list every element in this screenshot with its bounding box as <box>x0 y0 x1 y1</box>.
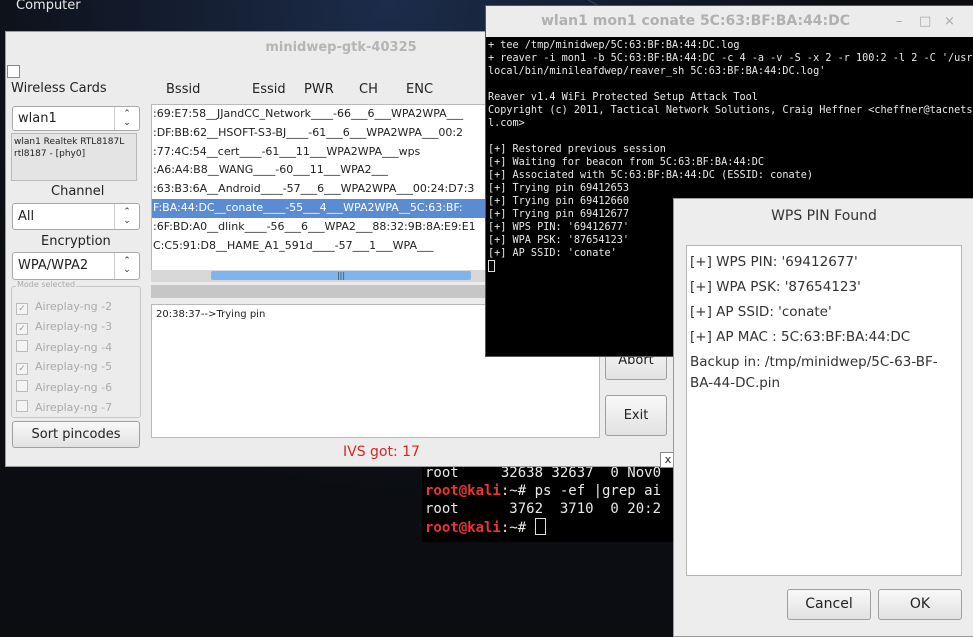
backup-path: Backup in: /tmp/minidwep/5C-63-BF-BA-44-… <box>690 354 938 391</box>
column-header-enc[interactable]: ENC <box>406 82 433 97</box>
terminal-line: + tee /tmp/minidwep/5C:63:BF:BA:44:DC.lo… <box>488 40 740 51</box>
list-item[interactable]: :63:B3:6A__Android____-57___6___WPA2WPA_… <box>152 180 492 199</box>
mode-checkbox[interactable]: ✓ Aireplay-ng -5 <box>16 360 112 376</box>
scrollbar-thumb[interactable]: ||| <box>211 271 471 280</box>
cancel-button[interactable]: Cancel <box>787 589 871 620</box>
mode-checkbox[interactable]: ✓ Aireplay-ng -2 <box>16 300 112 316</box>
list-item-selected[interactable]: F:BA:44:DC__conate____-55___4___WPA2WPA_… <box>152 198 492 218</box>
result-text-area[interactable]: [+] WPS PIN: '69412677' [+] WPA PSK: '87… <box>686 245 962 576</box>
ok-button[interactable]: OK <box>878 589 962 620</box>
window-checkbox[interactable] <box>7 65 20 78</box>
access-point-list[interactable]: :69:E7:58__JJandCC_Network____-66___6___… <box>151 104 493 276</box>
list-item[interactable]: :6F:BD:A0__dlink____-56___6___WPA2___88:… <box>152 218 492 237</box>
checkbox-icon: ✓ <box>16 303 28 315</box>
column-header-essid[interactable]: Essid <box>252 82 286 97</box>
channel-label: Channel <box>51 184 105 199</box>
terminal-prompt[interactable]: root@kali:~# <box>422 518 677 536</box>
desktop-label: Computer <box>16 0 81 13</box>
mode-checkbox[interactable]: ✓ Aireplay-ng -3 <box>16 320 112 336</box>
list-item[interactable]: :69:E7:58__JJandCC_Network____-66___6___… <box>152 105 492 124</box>
wireless-cards-label: Wireless Cards <box>11 81 107 96</box>
encryption-select[interactable]: WPA/WPA2 ⌃ ⌄ <box>12 252 140 280</box>
checkbox-icon: ✓ <box>16 323 28 335</box>
ivs-status: IVS got: 17 <box>343 444 420 460</box>
channel-select[interactable]: All ⌃ ⌄ <box>12 203 140 230</box>
background-terminal[interactable]: root 32638 32637 0 Nov0 root@kali:~# ps … <box>422 464 677 542</box>
result-line: [+] AP SSID: 'conate' <box>690 304 832 320</box>
terminal-line: [+] Associated with 5C:63:BF:BA:44:DC (E… <box>488 170 814 181</box>
checkbox-icon: ✓ <box>16 363 28 375</box>
progress-bar <box>151 285 491 298</box>
sort-pincodes-button[interactable]: Sort pincodes <box>12 421 140 448</box>
mode-caption: Mode selected <box>16 280 77 289</box>
column-header-pwr[interactable]: PWR <box>304 82 334 97</box>
result-line: [+] WPA PSK: '87654123' <box>690 279 861 295</box>
list-item[interactable]: :DF:BB:62__HSOFT-S3-BJ____-61___6___WPA2… <box>152 124 492 143</box>
terminal-line: root 3762 3710 0 20:2 <box>425 501 662 517</box>
terminal-titlebar: wlan1 mon1 conate 5C:63:BF:BA:44:DC – □ … <box>486 6 973 37</box>
mode-checkbox[interactable]: Aireplay-ng -4 <box>16 340 112 356</box>
terminal-line: l.com> <box>488 118 525 129</box>
close-icon[interactable]: × <box>944 6 955 37</box>
mode-checkbox[interactable]: Aireplay-ng -6 <box>16 380 112 396</box>
checkbox-icon <box>16 400 28 412</box>
text-cursor <box>488 260 495 272</box>
mode-checkbox[interactable]: Aireplay-ng -7 <box>16 400 112 416</box>
wps-pin-found-dialog: WPS PIN Found [+] WPS PIN: '69412677' [+… <box>673 198 973 637</box>
horizontal-scrollbar[interactable]: ||| <box>151 270 491 282</box>
column-header-ch[interactable]: CH <box>359 82 378 97</box>
terminal-line: Copyright (c) 2011, Tactical Network Sol… <box>488 105 973 116</box>
maximize-icon[interactable]: □ <box>919 6 931 37</box>
wireless-card-select[interactable]: wlan1 ⌃ ⌄ <box>12 106 140 131</box>
terminal-line: root@kali:~# ps -ef |grep ai <box>425 483 662 499</box>
dialog-title: WPS PIN Found <box>771 208 877 224</box>
terminal-line: [+] Waiting for beacon from 5C:63:BF:BA:… <box>488 157 765 168</box>
list-item[interactable]: C:C5:91:D8__HAME_A1_591d____-57___1___WP… <box>152 237 492 256</box>
terminal-line: Reaver v1.4 WiFi Protected Setup Attack … <box>488 92 758 103</box>
exit-button[interactable]: Exit <box>605 395 667 436</box>
result-line: [+] AP MAC : 5C:63:BF:BA:44:DC <box>690 329 911 345</box>
card-info: wlan1 Realtek RTL8187L rtl8187 - [phy0] <box>11 133 137 181</box>
checkbox-icon <box>16 340 28 352</box>
terminal-line: [+] Trying pin 69412653 <box>488 183 630 194</box>
chevron-updown-icon: ⌃ ⌄ <box>114 107 139 130</box>
text-cursor <box>534 518 546 535</box>
window-title: wlan1 mon1 conate 5C:63:BF:BA:44:DC <box>541 13 851 29</box>
terminal-line: [+] Restored previous session <box>488 144 666 155</box>
list-item[interactable]: :77:4C:54__cert____-61___11___WPA2WPA___… <box>152 143 492 162</box>
mode-group: Mode selected ✓ Aireplay-ng -2 ✓ Aireplay-… <box>11 280 141 418</box>
column-header-bssid[interactable]: Bssid <box>166 82 200 97</box>
chevron-updown-icon: ⌃ ⌄ <box>114 253 139 279</box>
terminal-line: local/bin/minileafdwep/reaver_sh 5C:63:B… <box>488 66 826 77</box>
minimize-icon[interactable]: – <box>896 6 903 37</box>
encryption-label: Encryption <box>41 234 111 249</box>
list-item[interactable]: :A6:A4:B8__WANG____-60___11___WPA2___ <box>152 161 492 180</box>
result-line: [+] WPS PIN: '69412677' <box>690 254 858 270</box>
terminal-line: + reaver -i mon1 -b 5C:63:BF:BA:44:DC -c… <box>488 53 973 64</box>
chevron-updown-icon: ⌃ ⌄ <box>114 204 139 229</box>
checkbox-icon <box>16 380 28 392</box>
